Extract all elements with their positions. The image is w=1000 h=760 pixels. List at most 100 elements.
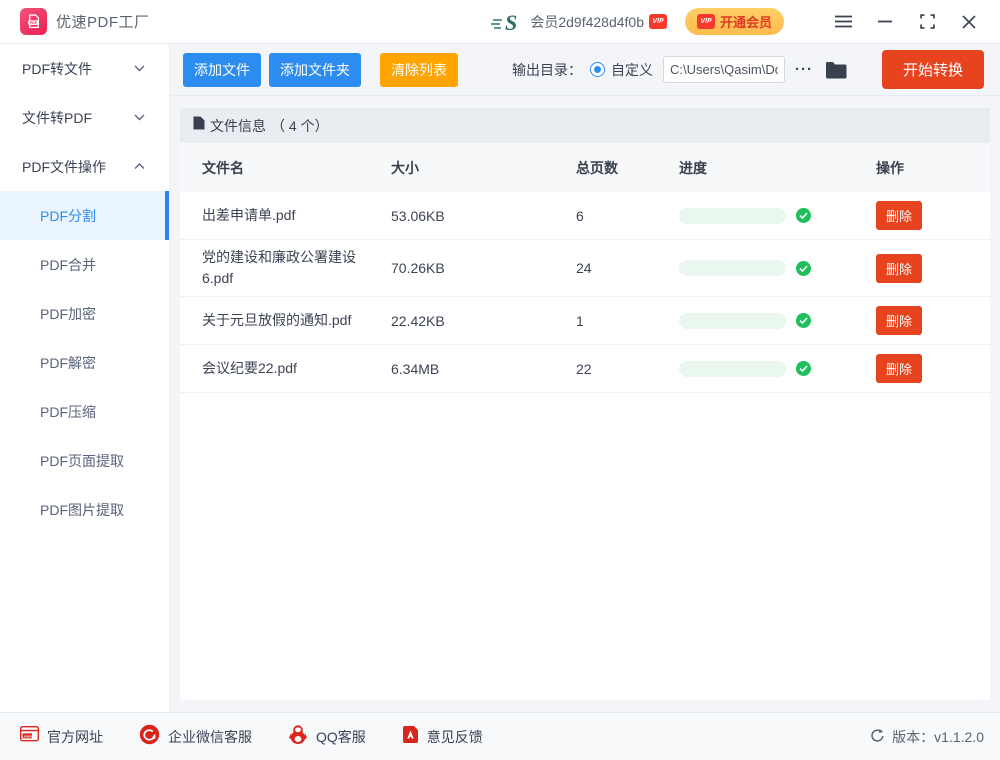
output-path-input[interactable] (663, 56, 785, 83)
file-info-bar: 文件信息 （ 4 个） (180, 108, 990, 143)
close-icon[interactable] (960, 13, 978, 31)
svg-text:.com: .com (23, 733, 33, 738)
output-dir-label: 输出目录： (512, 60, 582, 80)
footer-link-label: 意见反馈 (427, 727, 483, 747)
chevron-down-icon (134, 114, 145, 121)
file-pages: 1 (576, 313, 679, 329)
col-pages: 总页数 (576, 158, 679, 178)
menu-icon[interactable] (834, 13, 852, 31)
feedback-icon (402, 726, 419, 748)
progress-bar (679, 361, 786, 377)
footer-link-label: QQ客服 (316, 727, 366, 747)
document-icon (193, 116, 205, 135)
delete-button[interactable]: 删除 (876, 201, 922, 230)
sidebar-item-pdf-merge[interactable]: PDF合并 (0, 240, 169, 289)
file-name: 出差申请单.pdf (202, 198, 391, 233)
delete-button[interactable]: 删除 (876, 254, 922, 283)
toolbar: 添加文件 添加文件夹 清除列表 输出目录： 自定义 ··· 开始转换 (170, 44, 1000, 96)
file-name: 党的建设和廉政公署建设6.pdf (202, 240, 391, 296)
feedback-link[interactable]: 意见反馈 (402, 726, 483, 748)
refresh-icon[interactable] (870, 728, 885, 746)
sidebar-item-pdf-encrypt[interactable]: PDF加密 (0, 289, 169, 338)
version-label: 版本：v1.1.2.0 (892, 727, 984, 747)
col-action: 操作 (876, 158, 990, 178)
member-id-label: 会员2d9f428d4f0b (530, 12, 644, 32)
custom-dir-radio-label: 自定义 (611, 60, 653, 80)
table-header: 文件名 大小 总页数 进度 操作 (180, 143, 990, 192)
file-size: 6.34MB (391, 361, 576, 377)
sidebar-item-label: PDF页面提取 (40, 451, 124, 471)
sidebar-item-label: PDF压缩 (40, 402, 96, 422)
file-info-title: 文件信息 (210, 116, 266, 136)
file-pages: 6 (576, 208, 679, 224)
sidebar-item-pdf-image-extract[interactable]: PDF图片提取 (0, 485, 169, 534)
content-area: 文件信息 （ 4 个） 文件名 大小 总页数 进度 操作 出差申请单.pdf 5… (170, 96, 1000, 712)
sidebar-group-label: PDF转文件 (22, 59, 92, 79)
vip-badge-icon: VIP (697, 14, 715, 29)
sidebar-item-label: PDF合并 (40, 255, 96, 275)
progress-cell (679, 260, 876, 276)
svg-text:S: S (505, 11, 517, 33)
start-convert-button[interactable]: 开始转换 (882, 50, 984, 89)
sidebar-group-label: 文件转PDF (22, 108, 92, 128)
file-count-label: （ 4 个） (271, 116, 329, 136)
version-info: 版本：v1.1.2.0 (870, 727, 984, 747)
check-circle-icon (796, 208, 811, 223)
col-progress: 进度 (679, 158, 876, 178)
file-size: 53.06KB (391, 208, 576, 224)
file-list-panel: 文件信息 （ 4 个） 文件名 大小 总页数 进度 操作 出差申请单.pdf 5… (180, 108, 990, 700)
custom-dir-radio[interactable]: 自定义 (590, 60, 653, 80)
sidebar-item-pdf-decrypt[interactable]: PDF解密 (0, 338, 169, 387)
add-file-button[interactable]: 添加文件 (183, 53, 261, 87)
minimize-icon[interactable] (876, 13, 894, 31)
wechat-icon (139, 724, 160, 750)
brand-s-icon: S (490, 11, 522, 33)
file-size: 22.42KB (391, 313, 576, 329)
sidebar-item-label: PDF加密 (40, 304, 96, 324)
sidebar-item-pdf-compress[interactable]: PDF压缩 (0, 387, 169, 436)
progress-cell (679, 208, 876, 224)
wechat-support-link[interactable]: 企业微信客服 (139, 724, 252, 750)
svg-text:PDF: PDF (30, 21, 38, 25)
progress-cell (679, 361, 876, 377)
browse-folder-icon[interactable] (825, 61, 848, 79)
check-circle-icon (796, 313, 811, 328)
sidebar-item-label: PDF解密 (40, 353, 96, 373)
sidebar-item-label: PDF图片提取 (40, 500, 124, 520)
add-folder-button[interactable]: 添加文件夹 (269, 53, 361, 87)
file-pages: 24 (576, 260, 679, 276)
sidebar-item-pdf-split[interactable]: PDF分割 (0, 191, 169, 240)
sidebar-item-pdf-page-extract[interactable]: PDF页面提取 (0, 436, 169, 485)
radio-selected-icon (590, 62, 605, 77)
website-icon: .com (20, 726, 39, 747)
file-name: 关于元旦放假的通知.pdf (202, 303, 391, 338)
vip-badge-icon: VIP (649, 14, 667, 29)
qq-support-link[interactable]: QQ客服 (288, 724, 366, 750)
progress-bar (679, 260, 786, 276)
maximize-icon[interactable] (918, 13, 936, 31)
delete-button[interactable]: 删除 (876, 354, 922, 383)
progress-bar (679, 313, 786, 329)
col-filename: 文件名 (202, 158, 391, 178)
progress-cell (679, 313, 876, 329)
sidebar-item-label: PDF分割 (40, 206, 96, 226)
sidebar-group-pdf-file-ops[interactable]: PDF文件操作 (0, 142, 169, 191)
sidebar-group-pdf-to-file[interactable]: PDF转文件 (0, 44, 169, 93)
delete-button[interactable]: 删除 (876, 306, 922, 335)
more-options-icon[interactable]: ··· (795, 61, 813, 78)
official-website-link[interactable]: .com 官方网址 (20, 726, 103, 747)
chevron-down-icon (134, 65, 145, 72)
upgrade-vip-button[interactable]: VIP 开通会员 (685, 8, 784, 35)
check-circle-icon (796, 261, 811, 276)
footer-link-label: 企业微信客服 (168, 727, 252, 747)
upgrade-vip-label: 开通会员 (720, 12, 772, 31)
col-size: 大小 (391, 158, 576, 178)
table-row: 会议纪要22.pdf 6.34MB 22 删除 (180, 345, 990, 393)
titlebar: PDF 优速PDF工厂 S 会员2d9f428d4f0b VIP VIP 开通会… (0, 0, 1000, 44)
file-name: 会议纪要22.pdf (202, 351, 391, 386)
clear-list-button[interactable]: 清除列表 (380, 53, 458, 87)
sidebar-group-file-to-pdf[interactable]: 文件转PDF (0, 93, 169, 142)
table-row: 关于元旦放假的通知.pdf 22.42KB 1 删除 (180, 297, 990, 345)
footer: .com 官方网址 企业微信客服 QQ客服 意见反馈 版本：v1.1.2.0 (0, 712, 1000, 760)
app-title: 优速PDF工厂 (56, 11, 150, 32)
